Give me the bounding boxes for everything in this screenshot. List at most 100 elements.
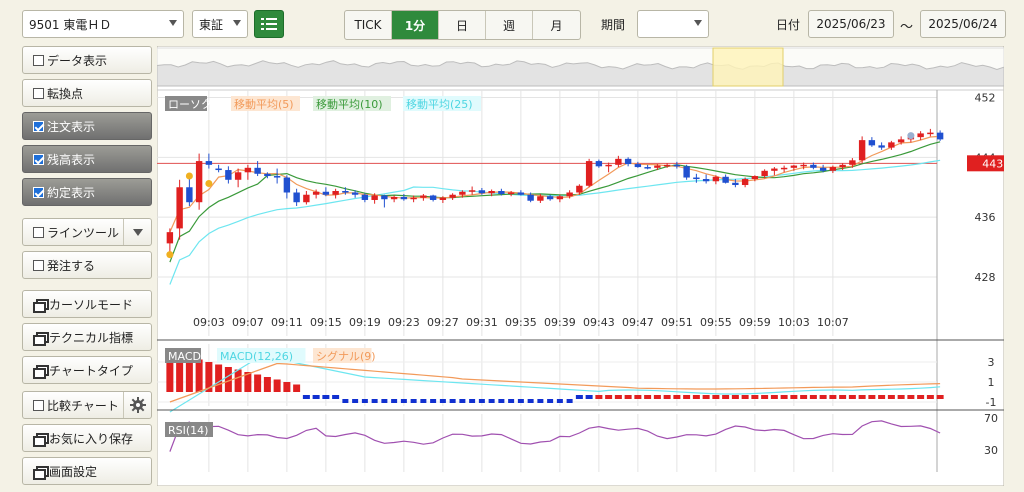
position-display-label: 残高表示: [47, 152, 96, 167]
macd-histogram-bar: [273, 379, 281, 392]
macd-histogram-bar: [887, 395, 895, 399]
macd-histogram-bar: [381, 399, 388, 403]
macd-histogram-bar: [293, 384, 301, 392]
time-tick-label: 09:43: [583, 316, 615, 329]
current-price-label: 443.2: [982, 157, 1004, 170]
checkbox-icon: [33, 54, 44, 66]
candle-body: [517, 192, 525, 195]
macd-histogram-bar: [663, 395, 671, 399]
macd-histogram-bar: [547, 399, 554, 403]
candle-body: [839, 164, 846, 168]
macd-histogram-bar: [848, 395, 856, 399]
legend-label: 移動平均(10): [316, 97, 383, 111]
tab-day[interactable]: 日: [439, 11, 486, 39]
time-tick-label: 09:27: [427, 316, 459, 329]
macd-histogram-bar: [673, 395, 681, 399]
triangle-down-icon: [132, 228, 143, 236]
execution-display-label: 約定表示: [47, 185, 96, 200]
date-from-field[interactable]: 2025/06/23: [808, 10, 894, 38]
candle-body: [829, 167, 837, 171]
chart-area[interactable]: 09:03 09:07 09:11 09:15 09:19 09:23 09:27 09:31…: [156, 45, 1024, 487]
candle-body: [244, 167, 252, 173]
candle-body: [878, 145, 885, 148]
chart-type-button[interactable]: チャートタイプ: [22, 356, 152, 384]
place-order-toggle[interactable]: 発注する: [22, 251, 152, 279]
tab-tick[interactable]: TICK: [345, 11, 392, 39]
execution-display-toggle[interactable]: 約定表示: [22, 178, 152, 206]
macd-histogram-bar: [829, 395, 837, 399]
macd-histogram-bar: [527, 399, 534, 403]
time-tick-label: 09:51: [661, 316, 693, 329]
order-display-label: 注文表示: [47, 119, 96, 134]
candle-body: [527, 194, 534, 201]
chevron-down-icon: [169, 20, 177, 26]
candle-body: [771, 168, 778, 171]
candle-body: [420, 195, 427, 198]
macd-histogram-bar: [322, 395, 330, 399]
cursor-mode-button[interactable]: カーソルモード: [22, 290, 152, 318]
popup-window-icon: [33, 432, 49, 447]
macd-histogram-bar: [430, 399, 437, 403]
candle-body: [819, 167, 827, 171]
macd-tick-label: 1: [988, 376, 995, 389]
period-select[interactable]: [637, 10, 709, 38]
chart-canvas[interactable]: 09:03 09:07 09:11 09:15 09:19 09:23 09:27 09:31…: [156, 45, 1024, 487]
position-display-toggle[interactable]: 残高表示: [22, 145, 152, 173]
candle-body: [673, 164, 681, 167]
candle-body: [624, 158, 632, 165]
list-view-button[interactable]: [254, 10, 284, 38]
order-display-toggle[interactable]: 注文表示: [22, 112, 152, 140]
macd-histogram-bar: [488, 399, 495, 403]
screen-settings-button[interactable]: 画面設定: [22, 457, 152, 485]
line-tool-dropdown[interactable]: [123, 219, 151, 245]
tab-1min[interactable]: 1分: [392, 11, 439, 39]
candle-body: [566, 192, 573, 197]
macd-histogram-bar: [517, 399, 524, 403]
chart-background: [156, 45, 1005, 487]
candle-body: [888, 142, 895, 148]
tab-month[interactable]: 月: [533, 11, 580, 39]
save-favorite-button[interactable]: お気に入り保存: [22, 424, 152, 452]
candle-body: [546, 196, 554, 200]
popup-window-icon: [33, 298, 49, 313]
data-display-toggle[interactable]: データ表示: [22, 46, 152, 74]
top-toolbar: 9501 東電ＨＤ 東証 TICK 1分 日 週 月 期間 日付 2025/06…: [0, 0, 1024, 46]
macd-histogram-bar: [312, 395, 320, 399]
candle-body: [429, 195, 437, 200]
compare-chart-label: 比較チャート: [47, 398, 119, 413]
macd-histogram-bar: [683, 395, 691, 399]
candle-body: [400, 196, 408, 200]
market-select[interactable]: 東証: [192, 10, 248, 38]
technical-button[interactable]: テクニカル指標: [22, 323, 152, 351]
candle-body: [780, 167, 788, 170]
macd-histogram-bar: [469, 399, 476, 403]
candle-body: [615, 158, 622, 165]
tab-week[interactable]: 週: [486, 11, 533, 39]
compare-chart-toggle[interactable]: 比較チャート: [22, 391, 152, 419]
checkbox-icon: [33, 259, 44, 271]
candle-body: [225, 170, 232, 180]
candle-body: [195, 161, 203, 203]
line-tool-toggle[interactable]: ラインツール: [22, 218, 152, 246]
symbol-select[interactable]: 9501 東電ＨＤ: [22, 10, 184, 38]
time-tick-label: 09:03: [193, 316, 225, 329]
turning-point-toggle[interactable]: 転換点: [22, 79, 152, 107]
macd-histogram-bar: [790, 395, 798, 399]
price-tick-label: 436: [975, 211, 996, 224]
date-to-field[interactable]: 2025/06/24: [920, 10, 1006, 38]
candle-body: [868, 140, 876, 146]
popup-window-icon: [33, 465, 49, 480]
candle-body: [410, 197, 417, 200]
candle-body: [693, 177, 700, 180]
rsi-tick-label: 70: [984, 412, 998, 425]
candle-body: [234, 172, 242, 180]
candle-body: [936, 132, 944, 140]
candle-body: [800, 164, 807, 167]
save-favorite-label: お気に入り保存: [49, 431, 134, 446]
candle-body: [283, 177, 291, 193]
rsi-tick-label: 30: [984, 444, 998, 457]
macd-histogram-bar: [751, 395, 759, 399]
legend-label: シグナル(9): [316, 349, 376, 363]
legend-label: MACD: [168, 350, 201, 363]
compare-settings-button[interactable]: [123, 392, 151, 418]
